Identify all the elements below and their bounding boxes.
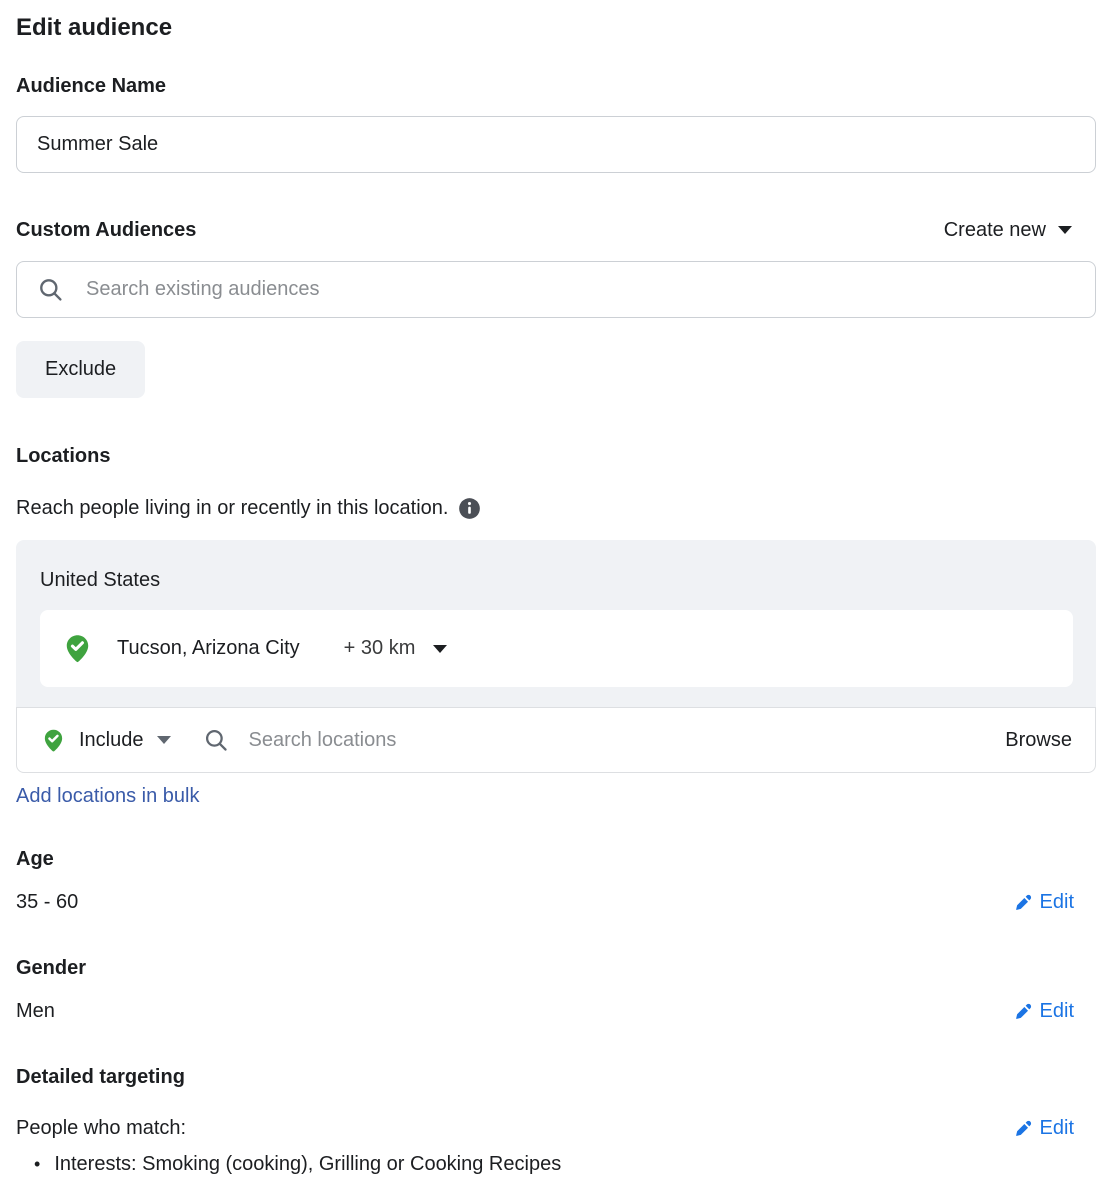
age-edit-button[interactable]: Edit <box>1014 891 1074 914</box>
radius-dropdown[interactable]: + 30 km <box>344 637 448 660</box>
location-pin-icon <box>62 633 93 664</box>
selected-location-name: Tucson, Arizona City <box>117 637 300 660</box>
age-label: Age <box>16 847 1096 871</box>
edit-label: Edit <box>1040 891 1074 914</box>
location-pin-icon <box>41 728 66 753</box>
gender-value: Men <box>16 1000 55 1023</box>
include-dropdown[interactable]: Include <box>41 728 171 753</box>
chevron-down-icon <box>433 645 447 653</box>
add-locations-bulk-link[interactable]: Add locations in bulk <box>16 785 199 807</box>
selected-location-row[interactable]: Tucson, Arizona City + 30 km <box>40 610 1073 687</box>
edit-audience-panel: Edit audience Audience Name Custom Audie… <box>0 0 1116 1196</box>
age-value: 35 - 60 <box>16 891 78 914</box>
edit-label: Edit <box>1040 1117 1074 1140</box>
selected-locations-panel: United States Tucson, Arizona City + 30 … <box>16 540 1096 707</box>
include-label: Include <box>79 729 144 752</box>
custom-audiences-label: Custom Audiences <box>16 218 196 242</box>
pencil-icon <box>1014 1002 1033 1021</box>
locations-widget: United States Tucson, Arizona City + 30 … <box>16 540 1096 773</box>
bullet-marker: • <box>34 1153 40 1176</box>
audience-name-input[interactable] <box>16 116 1096 173</box>
custom-audiences-search-box[interactable] <box>16 261 1096 318</box>
location-search-row: Include Browse <box>16 707 1096 773</box>
locations-label: Locations <box>16 444 1096 468</box>
gender-row: Men Edit <box>16 1000 1096 1023</box>
exclude-button[interactable]: Exclude <box>16 341 145 398</box>
age-row: 35 - 60 Edit <box>16 891 1096 914</box>
detailed-targeting-edit-button[interactable]: Edit <box>1014 1117 1074 1140</box>
gender-label: Gender <box>16 956 1096 980</box>
interest-list-item: • Interests: Smoking (cooking), Grilling… <box>16 1153 1096 1176</box>
chevron-down-icon <box>1058 226 1072 234</box>
radius-value: + 30 km <box>344 637 416 660</box>
pencil-icon <box>1014 893 1033 912</box>
custom-audiences-header: Custom Audiences Create new <box>16 218 1096 242</box>
detailed-targeting-label: Detailed targeting <box>16 1065 1096 1089</box>
interest-text: Interests: Smoking (cooking), Grilling o… <box>54 1153 561 1176</box>
locations-description-row: Reach people living in or recently in th… <box>16 496 1096 520</box>
info-icon[interactable] <box>458 497 481 520</box>
country-group-label: United States <box>40 569 1073 592</box>
edit-label: Edit <box>1040 1000 1074 1023</box>
chevron-down-icon <box>157 736 171 744</box>
page-title: Edit audience <box>16 14 1096 42</box>
gender-edit-button[interactable]: Edit <box>1014 1000 1074 1023</box>
search-icon <box>37 276 64 303</box>
locations-description: Reach people living in or recently in th… <box>16 496 448 520</box>
locations-search-input[interactable] <box>247 728 994 753</box>
search-icon <box>203 727 229 753</box>
custom-audiences-search-input[interactable] <box>84 277 1075 302</box>
create-new-label: Create new <box>944 218 1046 242</box>
audience-name-label: Audience Name <box>16 74 1096 98</box>
browse-button[interactable]: Browse <box>1005 729 1072 752</box>
create-new-dropdown[interactable]: Create new <box>944 218 1072 242</box>
pencil-icon <box>1014 1119 1033 1138</box>
detailed-targeting-row: People who match: Edit <box>16 1117 1096 1140</box>
people-who-match-label: People who match: <box>16 1117 186 1140</box>
